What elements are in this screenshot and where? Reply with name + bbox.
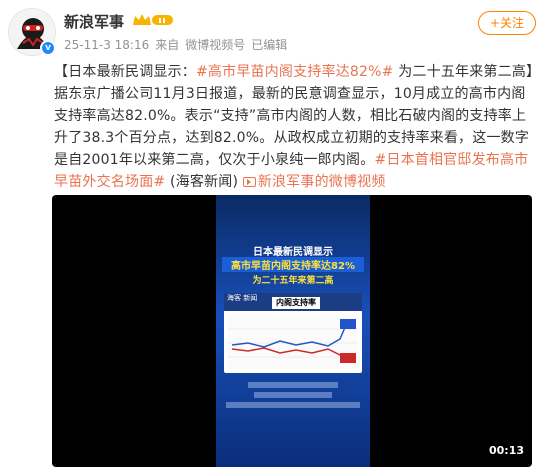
post-source-prefix: 来自 [155, 38, 180, 52]
text-part-3: (海客新闻) [165, 174, 243, 190]
video-line-chart-graphic [228, 315, 358, 369]
post-text: 【日本最新民调显示：#高市早苗内阁支持率达82%# 为二十五年来第二高】据东京广… [54, 61, 534, 193]
panel-title: 内阁支持率 [272, 297, 320, 309]
hashtag-link[interactable]: #高市早苗内阁支持率达82%# [196, 64, 394, 80]
video-icon [242, 177, 256, 187]
edited-label: 已编辑 [251, 38, 288, 52]
video-source-label: 新浪军事的微博视频 [257, 174, 386, 190]
video-duration: 00:13 [488, 444, 524, 457]
post-source[interactable]: 微博视频号 [185, 38, 245, 52]
video-frame-subtitle-2: 为二十五年来第二高 [252, 276, 334, 286]
follow-button[interactable]: +关注 [478, 11, 536, 35]
video-frame-title: 日本最新民调显示 [253, 247, 333, 258]
panel-logo: 海客 新闻 [227, 294, 258, 302]
video-player[interactable]: 日本最新民调显示 高市早苗内阁支持率达82% 为二十五年来第二高 海客 新闻 内… [52, 195, 532, 467]
verified-badge-icon: v [40, 40, 56, 56]
post-time[interactable]: 25-11-3 18:16 [64, 38, 149, 52]
video-frame-subtitle: 高市早苗内阁支持率达82% [222, 257, 364, 272]
vip-crown-icon [132, 12, 174, 32]
video-source-link[interactable]: 新浪军事的微博视频 [242, 174, 386, 190]
video-frame-caption-graphic [220, 381, 366, 414]
video-chart-panel: 海客 新闻 内阁支持率 [224, 293, 362, 373]
post-meta: 25-11-3 18:16 来自 微博视频号 已编辑 [64, 36, 293, 53]
author-name[interactable]: 新浪军事 [64, 11, 124, 32]
video-frame: 日本最新民调显示 高市早苗内阁支持率达82% 为二十五年来第二高 海客 新闻 内… [216, 195, 370, 467]
text-part-1: 【日本最新民调显示： [54, 64, 196, 80]
